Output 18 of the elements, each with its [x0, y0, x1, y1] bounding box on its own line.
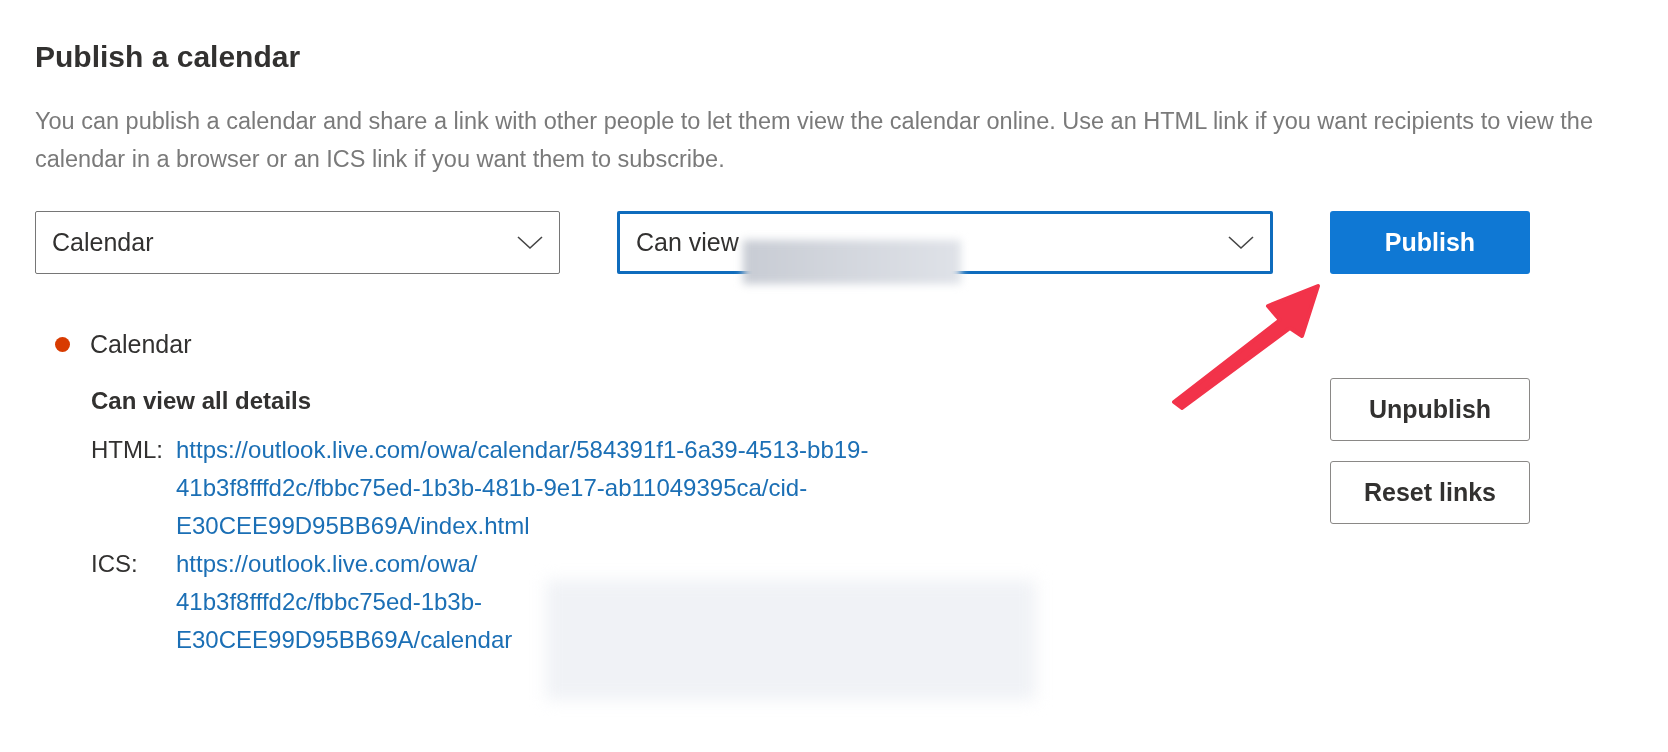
action-button[interactable]: Unpublish — [1330, 378, 1530, 441]
link[interactable]: 41b3f8fffd2c/fbbc75ed-1b3b- — [176, 583, 513, 621]
chevron-down-icon — [1228, 235, 1254, 250]
publish-button[interactable]: Publish — [1330, 211, 1530, 274]
permission-text: Can view all details — [91, 387, 313, 415]
link[interactable]: E30CEE99D95BB69A/index.html — [176, 507, 869, 545]
action-button[interactable]: Reset links — [1330, 461, 1530, 524]
link-label: ICS: — [91, 549, 139, 579]
description-text: You can publish a calendar and share a link with other people to let them view the calendar online. Use an HTML link if you want recipients to view the calendar in a browser or an ICS link if you want them to subscribe. — [35, 107, 1594, 174]
calendar-dropdown[interactable]: Calendar — [35, 211, 560, 274]
calendar-name: Calendar — [90, 330, 192, 359]
link[interactable]: https://outlook.live.com/owa/calendar/584391f1-6a39-4513-bb19- — [176, 431, 869, 469]
link-label: HTML: — [91, 435, 164, 465]
link[interactable]: https://outlook.live.com/owa/ — [176, 545, 513, 583]
link[interactable]: E30CEE99D95BB69A/calendar — [176, 621, 513, 659]
page-title: Publish a calendar — [35, 39, 302, 74]
link[interactable]: 41b3f8fffd2c/fbbc75ed-1b3b-481b-9e17-ab11049395ca/cid- — [176, 469, 869, 507]
chevron-down-icon — [517, 235, 543, 250]
